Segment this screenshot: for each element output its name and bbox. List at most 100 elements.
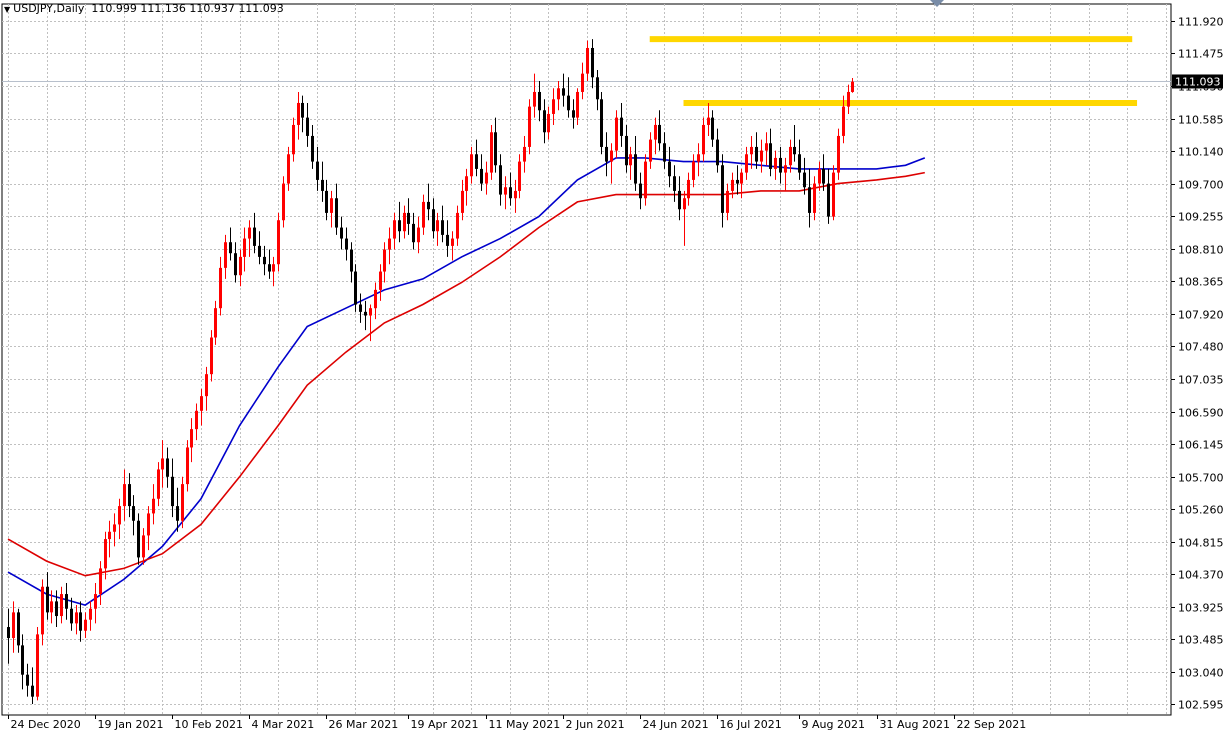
candle-body	[707, 117, 710, 125]
chart-window[interactable]: 111.920111.475111.030110.585110.140109.7…	[0, 0, 1227, 733]
y-tick-label: 111.475	[1178, 48, 1224, 61]
candle-body	[750, 146, 753, 155]
collapse-marker-icon[interactable]	[930, 0, 944, 7]
candle-body	[7, 627, 10, 639]
candle-body	[461, 190, 464, 213]
candle-body	[668, 161, 671, 177]
y-tick-label: 104.370	[1178, 569, 1224, 582]
candle-body	[769, 143, 772, 169]
x-tick-label: 19 Apr 2021	[411, 718, 479, 731]
candle-body	[567, 95, 570, 111]
candle-body	[798, 154, 801, 173]
horizontal-levels[interactable]	[649, 36, 1138, 106]
x-tick-label: 16 Jul 2021	[720, 718, 782, 731]
candle-body	[427, 201, 430, 210]
y-tick-label: 111.920	[1178, 16, 1224, 29]
candle-body	[480, 168, 483, 184]
price-chart[interactable]: 111.920111.475111.030110.585110.140109.7…	[0, 0, 1227, 733]
candle-body	[451, 238, 454, 246]
symbol-label: USDJPY,Daily	[13, 2, 85, 15]
y-tick-label: 107.480	[1178, 341, 1224, 354]
y-tick-label: 102.595	[1178, 699, 1224, 712]
y-tick-label: 105.260	[1178, 504, 1224, 517]
candle-body	[65, 594, 68, 609]
candle-body	[813, 183, 816, 213]
candle-body	[214, 308, 217, 338]
candle-body	[605, 146, 608, 162]
grid	[1, 3, 1172, 716]
candle-body	[562, 88, 565, 96]
candle-body	[94, 594, 97, 609]
candle-body	[205, 374, 208, 397]
price-axis: 111.920111.475111.030110.585110.140109.7…	[1171, 16, 1224, 712]
candle-body	[808, 187, 811, 213]
candle-body	[441, 220, 444, 235]
y-tick-label: 103.040	[1178, 667, 1224, 680]
candle-body	[369, 308, 372, 316]
y-tick-label: 103.485	[1178, 634, 1224, 647]
candle-body	[793, 146, 796, 155]
candle-body	[123, 484, 126, 507]
candle-body	[465, 176, 468, 191]
candle-body	[393, 220, 396, 239]
plot-frame	[1, 3, 1172, 716]
y-tick-label: 109.700	[1178, 179, 1224, 192]
candle-body	[354, 271, 357, 305]
candle-body	[731, 179, 734, 191]
candle-body	[639, 183, 642, 199]
x-tick-label: 24 Jun 2021	[643, 718, 709, 731]
chart-menu-arrow-icon[interactable]: ▼	[4, 5, 10, 14]
candle-body	[383, 249, 386, 272]
candle-body	[779, 157, 782, 173]
candle-body	[99, 568, 102, 595]
candle-body	[171, 476, 174, 507]
moving-averages	[7, 157, 926, 606]
candle-body	[132, 506, 135, 521]
candle-body	[335, 198, 338, 228]
candle-body	[287, 154, 290, 184]
price-tag-group: 111.093	[1172, 74, 1223, 89]
candle-body	[200, 396, 203, 411]
y-tick-label: 110.585	[1178, 114, 1224, 127]
x-tick-label: 22 Sep 2021	[957, 718, 1027, 731]
candle-body	[557, 88, 560, 100]
candle-body	[543, 110, 546, 133]
y-tick-label: 108.810	[1178, 244, 1224, 257]
candle-body	[538, 91, 541, 111]
candle-body	[137, 520, 140, 558]
candle-body	[851, 81, 854, 92]
x-tick-label: 4 Mar 2021	[252, 718, 315, 731]
candle-body	[268, 264, 271, 272]
candle-body	[721, 165, 724, 213]
candle-body	[364, 311, 367, 316]
y-tick-label: 103.925	[1178, 602, 1224, 615]
candle-body	[186, 447, 189, 485]
candle-body	[629, 154, 632, 166]
candle-body	[711, 117, 714, 140]
candle-body	[243, 238, 246, 257]
candle-body	[755, 146, 758, 162]
candle-body	[311, 135, 314, 162]
candle-body	[340, 227, 343, 239]
candle-body	[239, 256, 242, 276]
candle-body	[118, 506, 121, 525]
candles	[7, 39, 854, 705]
y-tick-label: 110.140	[1178, 146, 1224, 159]
candle-body	[789, 146, 792, 166]
candle-body	[827, 183, 830, 217]
candle-body	[60, 594, 63, 617]
candle-body	[321, 179, 324, 191]
candle-body	[818, 168, 821, 184]
candle-body	[528, 106, 531, 147]
candle-body	[726, 190, 729, 213]
candle-body	[374, 289, 377, 309]
candle-body	[422, 201, 425, 228]
candle-body	[113, 524, 116, 532]
candle-body	[644, 161, 647, 199]
candle-body	[128, 484, 131, 507]
candle-body	[697, 154, 700, 162]
candle-body	[837, 135, 840, 173]
moving-average-line	[7, 171, 925, 577]
candle-body	[166, 458, 169, 477]
candle-body	[485, 172, 488, 184]
